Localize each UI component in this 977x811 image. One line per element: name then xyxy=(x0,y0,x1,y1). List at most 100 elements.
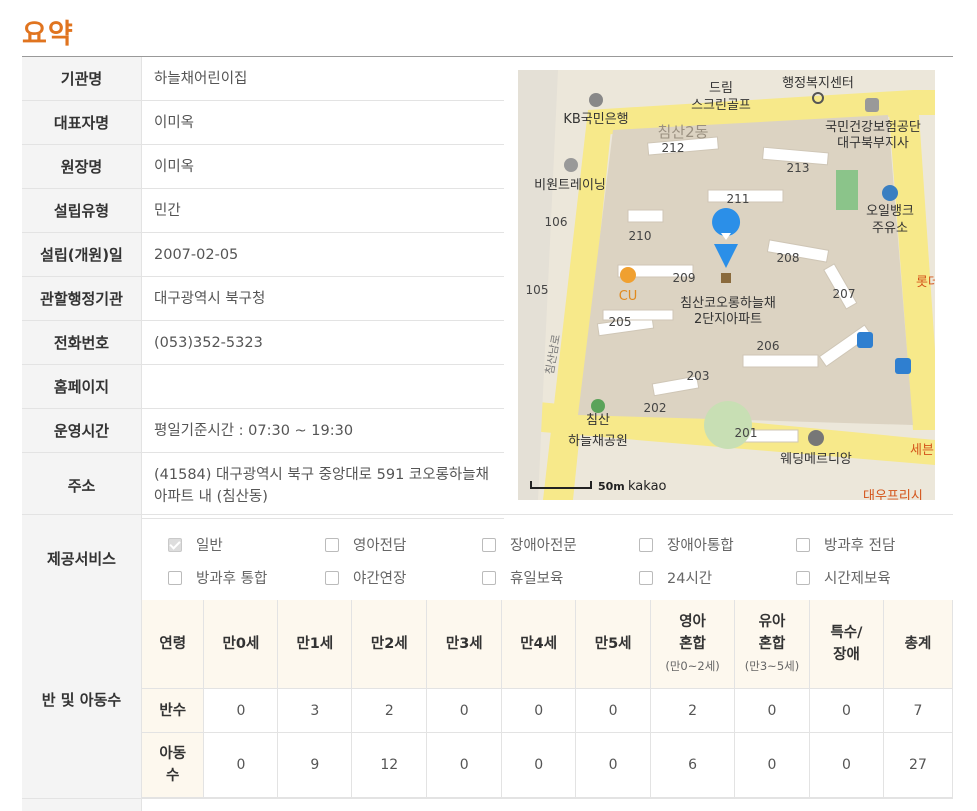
store-icon xyxy=(620,267,636,283)
checkbox-icon xyxy=(482,537,496,552)
info-label: 홈페이지 xyxy=(22,365,142,408)
table-cell: 12 xyxy=(351,732,428,798)
next-row-label xyxy=(22,799,142,811)
services-label: 제공서비스 xyxy=(22,515,142,601)
map-label-nhis2: 대구북부지사 xyxy=(837,136,909,151)
service-checkbox-general[interactable]: 일반 xyxy=(168,534,223,555)
info-label: 운영시간 xyxy=(22,409,142,452)
info-value: (053)352-5323 xyxy=(154,334,263,351)
checkbox-icon xyxy=(796,570,810,585)
map-building: 208 xyxy=(777,251,800,265)
map-building: 205 xyxy=(609,315,632,329)
col-header: 만5세 xyxy=(575,600,652,689)
service-checkbox-holiday[interactable]: 휴일보육 xyxy=(482,567,563,588)
info-value[interactable] xyxy=(142,365,504,408)
map-building: 210 xyxy=(629,229,652,243)
info-label: 대표자명 xyxy=(22,101,142,144)
info-row-phone: 전화번호 (053)352-5323 xyxy=(22,321,504,365)
map-label-dream: 드림 xyxy=(709,81,733,96)
info-label: 주소 xyxy=(22,453,142,518)
bus-stop-icon[interactable] xyxy=(895,358,911,374)
table-row: 반수 0 3 2 0 0 0 2 0 0 7 xyxy=(142,688,954,733)
service-label: 휴일보육 xyxy=(510,571,564,587)
map-building: 105 xyxy=(526,283,549,297)
table-cell: 0 xyxy=(426,688,503,733)
gas-station-icon xyxy=(882,185,898,201)
table-header-row: 연령 만0세 만1세 만2세 만3세 만4세 만5세 영아 혼합 (만0~2세) … xyxy=(142,600,954,689)
map-label-welfare: 행정복지센터 xyxy=(782,75,854,91)
checkbox-icon xyxy=(482,570,496,585)
table-cell: 0 xyxy=(809,688,884,733)
service-checkbox-night[interactable]: 야간연장 xyxy=(325,567,406,588)
table-cell: 0 xyxy=(501,732,577,798)
map-label-apt1: 침산코오롱하늘채 xyxy=(680,296,776,311)
map-label-wedding: 웨딩메르디앙 xyxy=(780,452,852,467)
map-label-screen-golf: 스크린골프 xyxy=(691,98,751,113)
map-label-oil1: 오일뱅크 xyxy=(866,204,914,219)
map-brand: kakao xyxy=(628,479,667,494)
location-map[interactable]: 드림 스크린골프 행정복지센터 KB국민은행 국민건강보험공단 대구북부지사 비… xyxy=(518,70,935,500)
map-label-cu: CU xyxy=(619,289,638,304)
col-header: 만2세 xyxy=(351,600,428,689)
service-checkbox-disabled-special[interactable]: 장애아전문 xyxy=(482,534,577,555)
info-label: 기관명 xyxy=(22,57,142,100)
table-cell: 9 xyxy=(277,732,353,798)
classes-table: 연령 만0세 만1세 만2세 만3세 만4세 만5세 영아 혼합 (만0~2세) … xyxy=(142,600,954,798)
table-cell: 2 xyxy=(650,688,736,733)
info-row-homepage: 홈페이지 xyxy=(22,365,504,409)
service-label: 시간제보육 xyxy=(824,571,891,587)
map-label-apt2: 2단지아파트 xyxy=(694,312,762,327)
poi-icon xyxy=(564,158,578,172)
col-header: 총계 xyxy=(883,600,954,689)
map-label-nhis1: 국민건강보험공단 xyxy=(825,120,921,135)
service-checkbox-24h[interactable]: 24시간 xyxy=(639,567,712,588)
map-label-kb: KB국민은행 xyxy=(563,111,628,127)
row-header: 아동 수 xyxy=(142,732,205,798)
service-checkbox-hourly[interactable]: 시간제보육 xyxy=(796,567,891,588)
services-grid: 일반 영아전담 장애아전문 장애아통합 방과후 전담 방과후 통합 야간연장 휴… xyxy=(142,515,953,601)
checkbox-icon xyxy=(168,570,182,585)
service-checkbox-disabled-integrated[interactable]: 장애아통합 xyxy=(639,534,734,555)
info-value: 하늘채어린이집 xyxy=(154,70,248,87)
table-row: 아동 수 0 9 12 0 0 0 6 0 0 27 xyxy=(142,732,954,798)
map-building: 202 xyxy=(644,401,667,415)
info-row-hours: 운영시간 평일기준시간 : 07:30 ~ 19:30 xyxy=(22,409,504,453)
bus-stop-icon[interactable] xyxy=(857,332,873,348)
service-checkbox-afterschool-dedicated[interactable]: 방과후 전담 xyxy=(796,534,895,555)
classes-label: 반 및 아동수 xyxy=(22,600,142,798)
info-value: (41584) 대구광역시 북구 중앙대로 591 코오롱하늘채아파트 내 (침… xyxy=(154,466,489,505)
map-label-sebon: 세븐 xyxy=(910,443,934,458)
service-checkbox-afterschool-integrated[interactable]: 방과후 통합 xyxy=(168,567,267,588)
col-header: 만0세 xyxy=(203,600,279,689)
table-cell: 3 xyxy=(277,688,353,733)
table-cell: 0 xyxy=(734,732,810,798)
map-label-park2: 하늘채공원 xyxy=(568,434,628,449)
service-label: 방과후 통합 xyxy=(196,571,268,587)
map-label-lotte: 롯데하 xyxy=(916,275,935,290)
table-cell: 6 xyxy=(650,732,736,798)
col-header: 만4세 xyxy=(501,600,577,689)
col-header-main: 영아 혼합 xyxy=(679,614,706,652)
info-value: 이미옥 xyxy=(154,158,195,175)
info-row-agency: 관할행정기관 대구광역시 북구청 xyxy=(22,277,504,321)
map-building: 206 xyxy=(757,339,780,353)
map-scale-label: 50m xyxy=(598,480,625,493)
map-building: 213 xyxy=(787,161,810,175)
info-value: 민간 xyxy=(154,202,181,219)
info-table: 기관명 하늘채어린이집 대표자명 이미옥 원장명 이미옥 설립유형 민간 설립(… xyxy=(22,57,504,519)
info-label: 원장명 xyxy=(22,145,142,188)
table-cell: 0 xyxy=(575,732,652,798)
service-label: 야간연장 xyxy=(353,571,407,587)
service-checkbox-infant[interactable]: 영아전담 xyxy=(325,534,406,555)
info-value: 이미옥 xyxy=(154,114,195,131)
map-label-biwon: 비원트레이닝 xyxy=(534,178,606,193)
info-row-date: 설립(개원)일 2007-02-05 xyxy=(22,233,504,277)
classes-section: 반 및 아동수 연령 만0세 만1세 만2세 만3세 만4세 만5세 영아 혼합… xyxy=(22,600,954,799)
info-row-name: 기관명 하늘채어린이집 xyxy=(22,57,504,101)
wedding-icon xyxy=(808,430,824,446)
row-header: 반수 xyxy=(142,688,205,733)
map-building: 209 xyxy=(673,271,696,285)
map-building: 207 xyxy=(833,287,856,301)
info-row-address: 주소 (41584) 대구광역시 북구 중앙대로 591 코오롱하늘채아파트 내… xyxy=(22,453,504,519)
info-label: 관할행정기관 xyxy=(22,277,142,320)
